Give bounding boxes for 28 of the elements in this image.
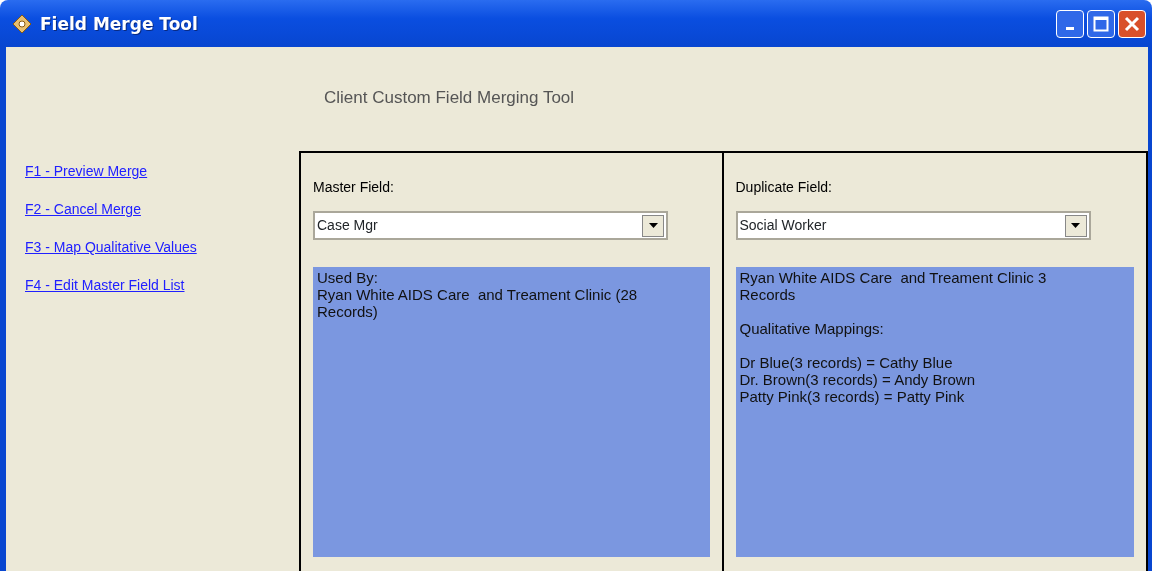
info-line: Used By: [317, 269, 379, 286]
menu-link[interactable]: F2 - Cancel Merge [25, 201, 141, 217]
heading-text: Client Custom Field Merging Tool [324, 88, 575, 107]
dropdown-button[interactable] [642, 214, 664, 237]
minimize-button[interactable] [1056, 9, 1084, 38]
info-line: Ryan White AIDS Care and Treament Clinic (28 Records) [317, 286, 639, 320]
info-line: Patty Pink(3 records) = Patty Pink [739, 388, 966, 405]
field-label: Master Field: [313, 179, 394, 195]
menu-link[interactable]: F1 - Preview Merge [25, 163, 148, 179]
dropdown-field[interactable]: Case Mgr [313, 211, 668, 240]
info-line: Dr Blue(3 records) = Cathy Blue [739, 354, 954, 371]
dropdown-field[interactable]: Social Worker [735, 211, 1091, 240]
close-button[interactable] [1118, 9, 1146, 38]
menu-link[interactable]: F3 - Map Qualitative Values [25, 239, 197, 255]
dropdown-button[interactable] [1064, 214, 1087, 237]
close-icon [1124, 15, 1140, 32]
caret-icon [648, 223, 658, 228]
info-line: Dr. Brown(3 records) = Andy Brown [739, 371, 976, 388]
window-title: Field Merge Tool [40, 13, 198, 34]
menu-link[interactable]: F4 - Edit Master Field List [25, 277, 185, 293]
field-label: Duplicate Field: [735, 179, 832, 195]
caret-icon [1071, 223, 1080, 228]
info-line: Qualitative Mappings: [739, 320, 885, 337]
maximize-button[interactable] [1087, 9, 1115, 38]
maximize-icon [1093, 15, 1109, 32]
minimize-icon [1066, 27, 1074, 30]
app-icon [12, 13, 32, 34]
info-line: Ryan White AIDS Care and Treament Clinic 3 Records [739, 269, 1048, 303]
